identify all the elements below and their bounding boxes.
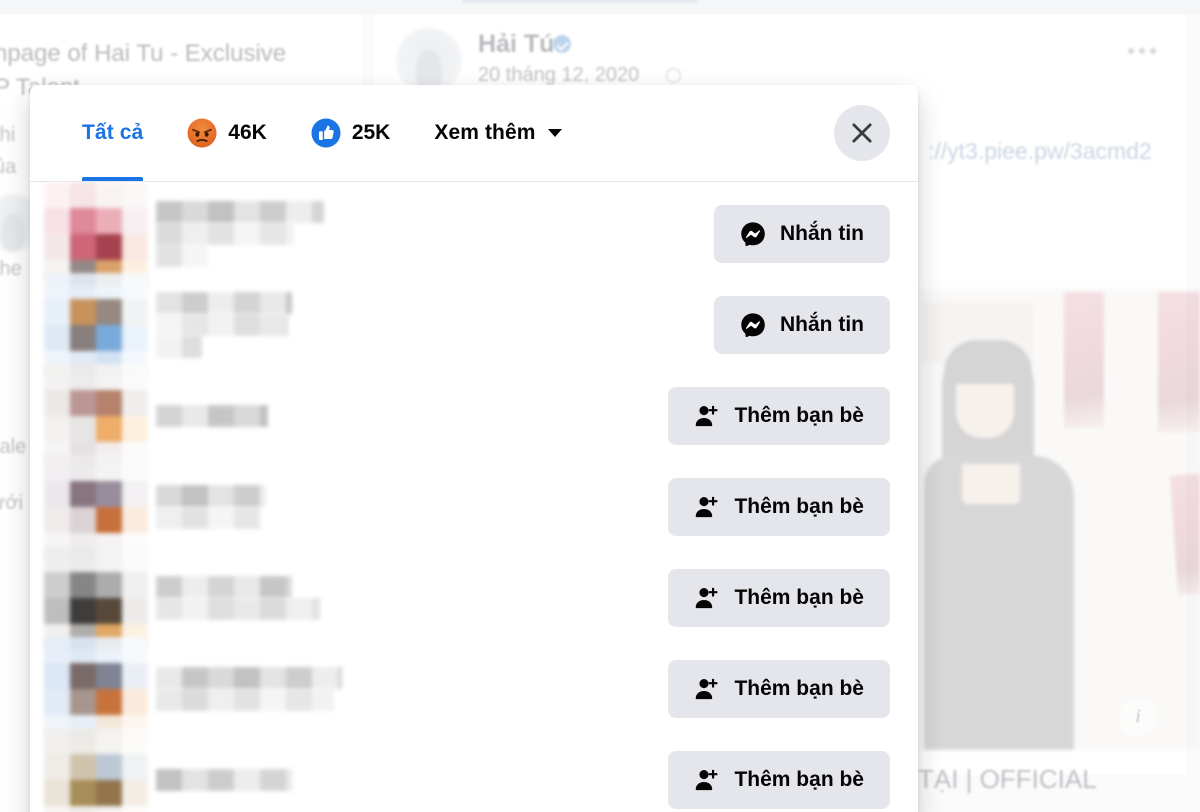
list-item-identity[interactable] [44, 727, 668, 812]
list-item-name [156, 291, 292, 358]
info-icon[interactable]: i [1119, 698, 1157, 736]
background-page-title-line1: npage of Hai Tu - Exclusive [0, 40, 287, 67]
background-post-author: Hải Tú [478, 30, 555, 58]
background-post-link: ://yt3.piee.pw/3acmd2 [928, 138, 1152, 164]
avatar[interactable] [44, 182, 148, 286]
list-item-name [156, 768, 292, 791]
avatar[interactable] [44, 636, 148, 741]
chevron-down-icon [547, 129, 562, 137]
tab-see-more[interactable]: Xem thêm [412, 121, 583, 145]
tab-like[interactable]: 25K [289, 85, 413, 181]
background-post-time: 20 tháng 12, 2020 [478, 64, 640, 86]
list-item[interactable]: Thêm bạn bè [30, 545, 918, 650]
tab-like-count: 25K [351, 121, 391, 144]
person-plus-icon [696, 678, 718, 699]
list-item[interactable]: Thêm bạn bè [30, 636, 918, 741]
background-side-text-5: ưới [0, 492, 23, 514]
add-friend-button[interactable]: Thêm bạn bè [668, 568, 890, 627]
avatar[interactable] [44, 454, 148, 559]
background-side-text-1: thi [0, 124, 16, 146]
reaction-tabs: Tất cả 46K 25K Xem thêm [60, 85, 584, 181]
person-plus-icon [696, 405, 718, 426]
action-button-label: Thêm bạn bè [734, 404, 864, 427]
list-item-name [156, 666, 342, 711]
messenger-icon [741, 312, 765, 337]
person-plus-icon [696, 769, 718, 790]
avatar[interactable] [44, 727, 148, 812]
screen: npage of Hai Tu - Exclusive P Talent thi… [0, 0, 1200, 812]
message-button[interactable]: Nhắn tin [714, 204, 890, 263]
tab-all-label: Tất cả [82, 121, 144, 144]
action-button-label: Nhắn tin [780, 222, 864, 245]
messenger-icon [741, 221, 765, 246]
close-button[interactable] [834, 105, 890, 161]
action-button-label: Nhắn tin [780, 313, 864, 336]
background-side-text-2: ủa [0, 156, 17, 178]
list-item-identity[interactable] [44, 454, 668, 559]
more-options-icon [1128, 48, 1156, 54]
action-button-label: Thêm bạn bè [734, 677, 864, 700]
list-item[interactable]: Thêm bạn bè [30, 363, 918, 468]
list-item[interactable]: Nhắn tin [30, 182, 918, 286]
add-friend-button[interactable]: Thêm bạn bè [668, 750, 890, 809]
background-post-photo [918, 288, 1200, 750]
list-item-name [156, 404, 268, 427]
background-video-title-right: TẠI | OFFICIAL [918, 764, 1097, 794]
action-button-label: Thêm bạn bè [734, 495, 864, 518]
list-item-identity[interactable] [44, 636, 668, 741]
background-progress-bar [462, 0, 697, 3]
tab-see-more-label: Xem thêm [434, 121, 536, 144]
tab-angry-count: 46K [228, 121, 267, 144]
avatar[interactable] [44, 545, 148, 650]
avatar[interactable] [44, 272, 148, 377]
reactions-list[interactable]: Nhắn tin Nhắn tin Thêm bạn bè Thêm bạn bè Th… [30, 182, 918, 812]
background-side-text-4: tale [0, 436, 27, 458]
action-button-label: Thêm bạn bè [734, 586, 864, 609]
list-item-name [156, 200, 324, 267]
message-button[interactable]: Nhắn tin [714, 295, 890, 354]
like-reaction-icon [311, 118, 341, 148]
add-friend-button[interactable]: Thêm bạn bè [668, 477, 890, 536]
list-item-identity[interactable] [44, 545, 668, 650]
list-item-name [156, 484, 266, 529]
list-item[interactable]: Thêm bạn bè [30, 727, 918, 812]
tab-angry[interactable]: 46K [165, 85, 289, 181]
list-item-identity[interactable] [44, 363, 668, 468]
tab-all[interactable]: Tất cả [60, 85, 165, 181]
action-button-label: Thêm bạn bè [734, 768, 864, 791]
background-side-text-3: the [0, 258, 22, 280]
list-item-identity[interactable] [44, 182, 714, 286]
verified-badge-icon [553, 35, 571, 53]
reactions-dialog: Tất cả 46K 25K Xem thêm Nhắn tin Nhắn ti… [30, 85, 918, 812]
person-plus-icon [696, 496, 718, 517]
list-item-name [156, 575, 320, 620]
person-plus-icon [696, 587, 718, 608]
add-friend-button[interactable]: Thêm bạn bè [668, 386, 890, 445]
dialog-header: Tất cả 46K 25K Xem thêm [30, 85, 918, 182]
add-friend-button[interactable]: Thêm bạn bè [668, 659, 890, 718]
list-item[interactable]: Nhắn tin [30, 272, 918, 377]
close-icon [852, 123, 872, 143]
globe-icon [666, 68, 681, 83]
angry-reaction-icon [187, 118, 217, 148]
avatar[interactable] [44, 363, 148, 468]
list-item-identity[interactable] [44, 272, 714, 377]
list-item[interactable]: Thêm bạn bè [30, 454, 918, 559]
